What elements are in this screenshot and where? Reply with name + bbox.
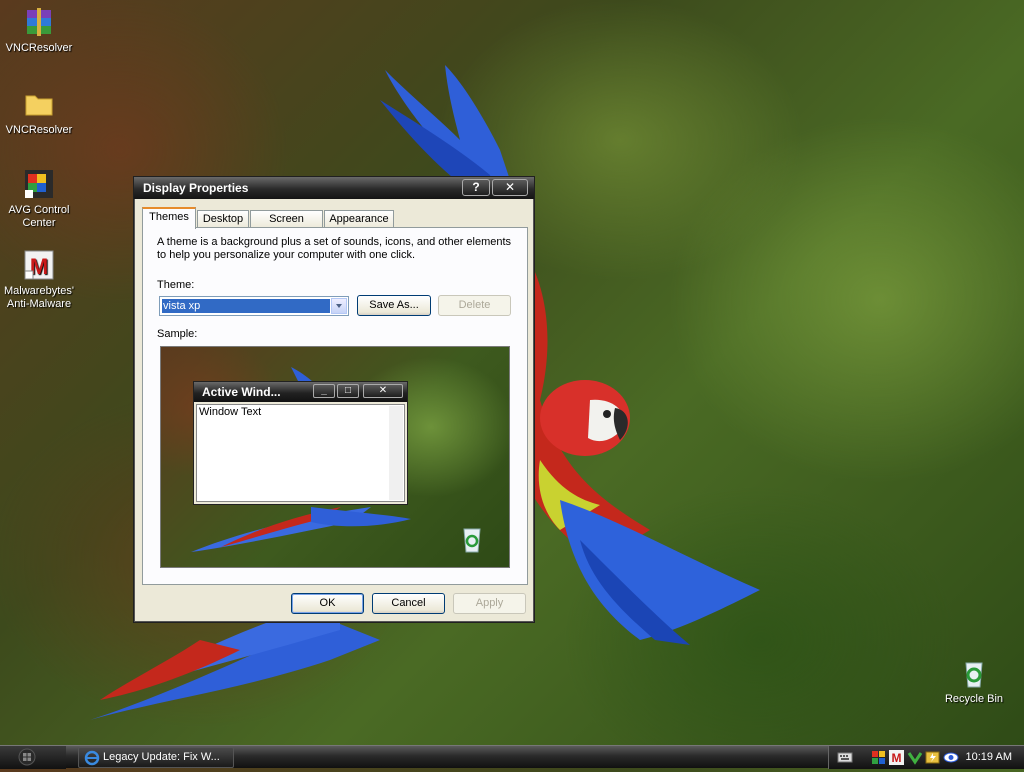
ok-button[interactable]: OK bbox=[291, 593, 364, 614]
taskbar-task-legacy-update[interactable]: Legacy Update: Fix W... bbox=[78, 747, 234, 768]
window-title: Display Properties bbox=[143, 181, 249, 195]
delete-button[interactable]: Delete bbox=[438, 295, 511, 316]
recycle-bin-icon bbox=[958, 657, 990, 689]
avg-tray-icon[interactable] bbox=[907, 750, 923, 765]
windows-logo-icon bbox=[18, 748, 36, 766]
malwarebytes-shortcut-icon: M bbox=[23, 249, 55, 281]
preview-window-text: Window Text bbox=[199, 406, 262, 418]
keyboard-icon[interactable] bbox=[837, 750, 853, 765]
tab-appearance[interactable]: Appearance bbox=[324, 210, 394, 228]
start-button[interactable] bbox=[0, 746, 66, 769]
desktop-icon-label: VNCResolver bbox=[5, 42, 73, 54]
close-button[interactable]: ✕ bbox=[492, 179, 528, 196]
themes-panel: A theme is a background plus a set of so… bbox=[142, 227, 528, 585]
help-button[interactable]: ? bbox=[462, 179, 490, 196]
desktop-icon-vncresolver-folder[interactable]: VNCResolver bbox=[1, 88, 77, 137]
apply-button[interactable]: Apply bbox=[453, 593, 526, 614]
preview-minimize-icon: _ bbox=[313, 384, 335, 398]
desktop-icon-label: Recycle Bin bbox=[944, 693, 1004, 705]
preview-close-icon: ✕ bbox=[363, 384, 403, 398]
window-titlebar[interactable]: Display Properties ? ✕ bbox=[134, 177, 534, 199]
preview-recycle-bin-icon bbox=[459, 525, 485, 553]
malwarebytes-tray-icon[interactable]: M bbox=[889, 750, 905, 765]
sample-label: Sample: bbox=[157, 328, 198, 340]
desktop-icon-label: AVG Control Center bbox=[8, 204, 70, 229]
display-properties-window: Display Properties ? ✕ Themes Desktop Sc… bbox=[133, 176, 535, 623]
tab-themes[interactable]: Themes bbox=[142, 207, 196, 229]
tab-screen-saver[interactable]: Screen Saver bbox=[250, 210, 323, 241]
preview-scrollbar bbox=[389, 406, 403, 500]
theme-sample-preview: Active Wind... _ □ ✕ Window Text bbox=[160, 346, 510, 568]
internet-explorer-icon bbox=[84, 750, 100, 766]
theme-select[interactable]: vista xp bbox=[159, 296, 349, 316]
preview-window-body: Window Text bbox=[196, 404, 405, 502]
task-label: Legacy Update: Fix W... bbox=[103, 751, 220, 763]
save-as-button[interactable]: Save As... bbox=[357, 295, 431, 316]
avg-shortcut-icon bbox=[23, 168, 55, 200]
desktop-icon-avg[interactable]: AVG Control Center bbox=[1, 168, 77, 230]
network-icon[interactable] bbox=[871, 750, 887, 765]
cancel-button[interactable]: Cancel bbox=[372, 593, 445, 614]
theme-label: Theme: bbox=[157, 279, 195, 291]
taskbar: Legacy Update: Fix W... M 10:19 AM bbox=[0, 745, 1024, 769]
system-tray: M 10:19 AM bbox=[828, 746, 1024, 769]
power-icon[interactable] bbox=[925, 750, 941, 765]
preview-window-title: Active Wind... _ □ ✕ bbox=[194, 382, 407, 402]
taskbar-clock[interactable]: 10:19 AM bbox=[966, 746, 1012, 768]
tab-desktop[interactable]: Desktop bbox=[197, 210, 249, 228]
folder-icon bbox=[23, 88, 55, 120]
desktop-icon-vncresolver-archive[interactable]: VNCResolver bbox=[1, 6, 77, 55]
theme-select-value: vista xp bbox=[162, 299, 330, 313]
theme-description: A theme is a background plus a set of so… bbox=[157, 236, 512, 261]
svg-text:M: M bbox=[892, 751, 902, 765]
desktop-icon-label: Malwarebytes' Anti-Malware bbox=[4, 285, 74, 310]
desktop-icon-label: VNCResolver bbox=[5, 124, 73, 136]
desktop-icon-malwarebytes[interactable]: M Malwarebytes' Anti-Malware bbox=[1, 249, 77, 311]
preview-maximize-icon: □ bbox=[337, 384, 359, 398]
desktop-icon-recycle-bin[interactable]: Recycle Bin bbox=[936, 657, 1012, 706]
preview-active-window: Active Wind... _ □ ✕ Window Text bbox=[193, 381, 408, 505]
winrar-archive-icon bbox=[23, 6, 55, 38]
chevron-down-icon[interactable] bbox=[331, 298, 347, 314]
vnc-eye-icon[interactable] bbox=[943, 750, 959, 765]
